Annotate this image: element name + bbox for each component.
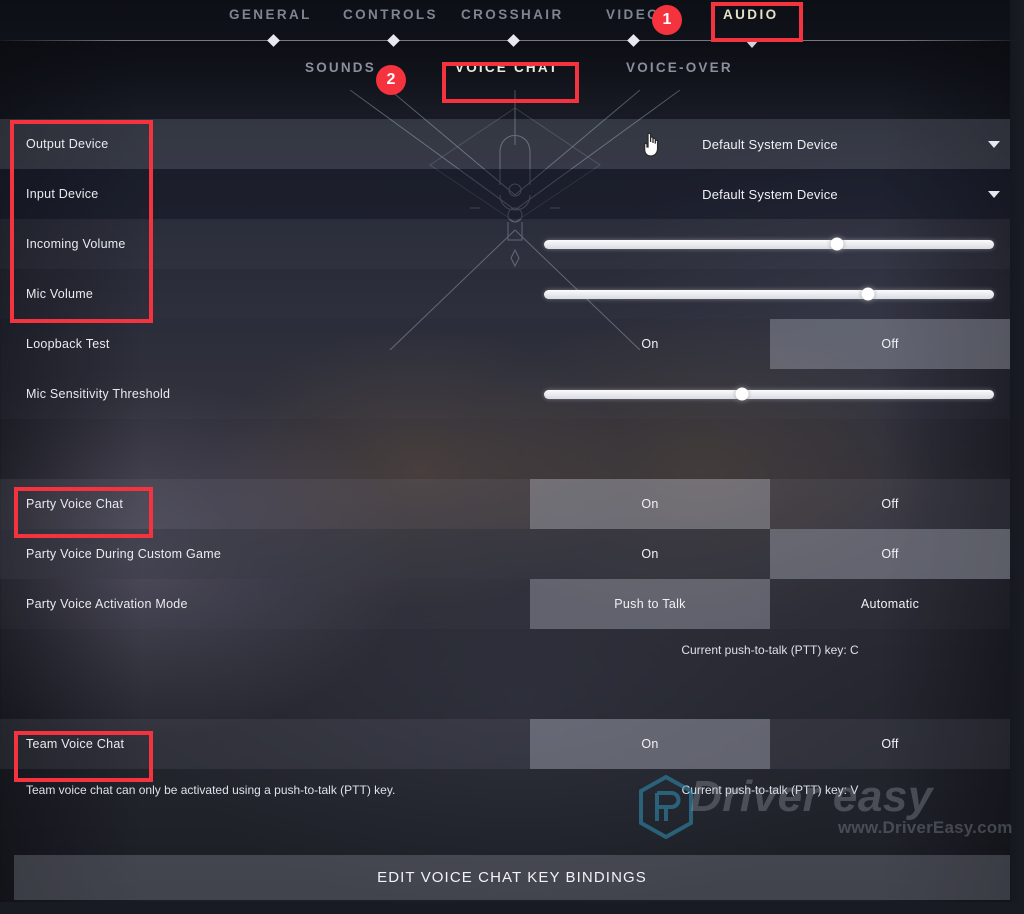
row-label-party-voice-during-custom-game: Party Voice During Custom Game [26,547,222,561]
row-label-party-voice-activation-mode: Party Voice Activation Mode [26,597,188,611]
row-label-team-voice-chat: Team Voice Chat [26,737,125,751]
option-button-party-voice-chat-on[interactable]: On [530,479,770,529]
slider-track-incoming-volume[interactable] [544,237,994,251]
option-button-party-voice-chat-off[interactable]: Off [770,479,1010,529]
settings-row-team-voice-chat: Team Voice Chat On Off [0,719,1010,769]
dropdown-input-device[interactable]: Default System Device [530,169,1010,219]
sub-nav-tab-voice-over[interactable]: VOICE-OVER [626,60,733,75]
slider-handle-incoming-volume[interactable] [830,237,843,251]
top-nav-tab-crosshair[interactable]: CROSSHAIR [461,7,564,22]
edit-voice-chat-key-bindings-button[interactable]: EDIT VOICE CHAT KEY BINDINGS [14,855,1010,900]
sub-nav-tab-sounds[interactable]: SOUNDS [305,60,376,75]
row-label-input-device: Input Device [26,187,99,201]
slider-mic-volume[interactable] [544,269,994,319]
valorant-settings-screen: GENERAL CONTROLS CROSSHAIR VIDEO AUDIO SOUND… [0,0,1024,914]
watermark-brand: Driver easy [690,772,933,821]
row-label-output-device: Output Device [26,137,109,151]
option-button-loopback-test-on[interactable]: On [530,319,770,369]
segmented-control-party-voice-during-custom-game: On Off [530,529,1010,579]
settings-row-gap-2 [0,671,1010,719]
option-button-party-voice-during-custom-game-on[interactable]: On [530,529,770,579]
segmented-control-loopback-test: On Off [530,319,1010,369]
option-button-team-voice-chat-off[interactable]: Off [770,719,1010,769]
row-label-mic-volume: Mic Volume [26,287,94,301]
voice-chat-settings-list: Output Device Default System Device Input … [0,119,1010,811]
sub-nav-tab-voice-chat[interactable]: VOICE CHAT [455,60,559,75]
slider-handle-mic-sensitivity-threshold[interactable] [735,387,749,401]
dropdown-output-device[interactable]: Default System Device [530,119,1010,169]
settings-row-party-voice-during-custom-game: Party Voice During Custom Game On Off [0,529,1010,579]
segmented-control-party-voice-chat: On Off [530,479,1010,529]
drivereasy-logo-icon [639,775,693,839]
audio-sub-navigation: SOUNDS VOICE CHAT VOICE-OVER [0,60,1024,104]
annotation-badge-2: 2 [376,65,406,95]
option-button-party-voice-during-custom-game-off[interactable]: Off [770,529,1010,579]
top-nav-tab-audio[interactable]: AUDIO [723,7,779,22]
segmented-control-party-voice-activation-mode: Push to Talk Automatic [530,579,1010,629]
settings-row-incoming-volume: Incoming Volume [0,219,1010,269]
top-nav-tab-controls[interactable]: CONTROLS [343,7,438,22]
row-label-mic-sensitivity-threshold: Mic Sensitivity Threshold [26,387,171,401]
settings-row-party-voice-chat: Party Voice Chat On Off [0,479,1010,529]
slider-handle-mic-volume[interactable] [861,287,875,301]
dropdown-value-input-device: Default System Device [702,186,838,202]
row-label-incoming-volume: Incoming Volume [26,237,126,251]
slider-incoming-volume[interactable] [544,219,994,269]
row-label-loopback-test: Loopback Test [26,337,110,351]
slider-track-mic-sensitivity-threshold[interactable] [544,387,994,401]
settings-row-party-ptt-hint: Current push-to-talk (PTT) key: C [0,629,1010,671]
bottom-frame-edge [0,902,1024,914]
option-button-team-voice-chat-on[interactable]: On [530,719,770,769]
hint-text-right-party-ptt-hint: Current push-to-talk (PTT) key: C [681,643,859,657]
row-label-party-voice-chat: Party Voice Chat [26,497,124,511]
chevron-down-icon [988,190,1000,198]
segmented-control-team-voice-chat: On Off [530,719,1010,769]
hint-text-left-team-ptt-hint: Team voice chat can only be activated us… [26,783,396,797]
edit-bindings-label: EDIT VOICE CHAT KEY BINDINGS [377,869,647,886]
settings-row-party-voice-activation-mode: Party Voice Activation Mode Push to Talk A… [0,579,1010,629]
watermark-url: www.DriverEasy.com [838,818,1013,837]
chevron-down-icon [988,140,1000,148]
option-button-party-voice-activation-mode-push-to-talk[interactable]: Push to Talk [530,579,770,629]
settings-row-output-device: Output Device Default System Device [0,119,1010,169]
settings-row-mic-sensitivity-threshold: Mic Sensitivity Threshold [0,369,1010,419]
active-tab-caret-icon [745,40,759,48]
settings-row-mic-volume: Mic Volume [0,269,1010,319]
option-button-loopback-test-off[interactable]: Off [770,319,1010,369]
slider-mic-sensitivity-threshold[interactable] [544,369,994,419]
top-nav-tab-general[interactable]: GENERAL [229,7,312,22]
dropdown-value-output-device: Default System Device [702,136,838,152]
settings-row-input-device: Input Device Default System Device [0,169,1010,219]
settings-row-loopback-test: Loopback Test On Off [0,319,1010,369]
option-button-party-voice-activation-mode-automatic[interactable]: Automatic [770,579,1010,629]
right-frame-edge [1010,0,1024,914]
slider-track-mic-volume[interactable] [544,287,994,301]
annotation-badge-1: 1 [652,5,682,35]
settings-row-gap-1 [0,419,1010,479]
